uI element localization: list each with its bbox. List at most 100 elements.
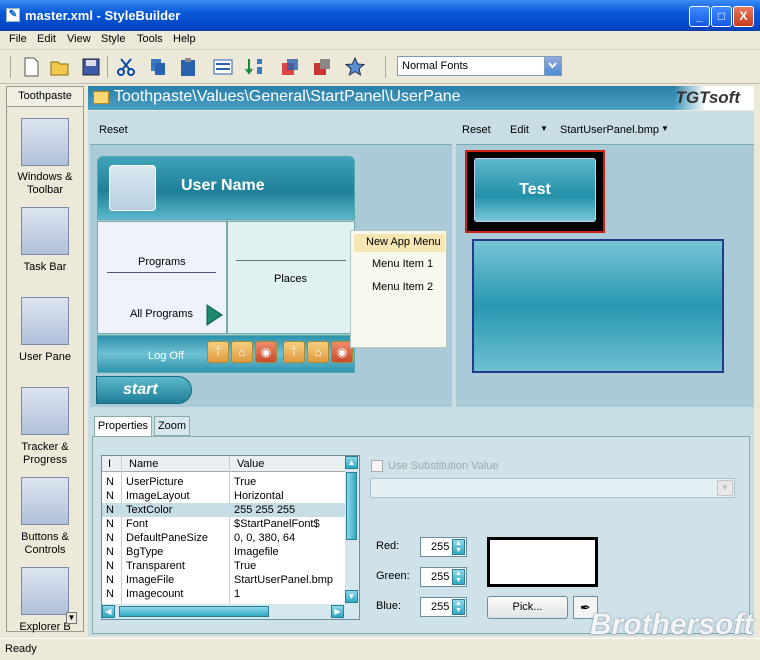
font-size-select[interactable]: Normal Fonts	[397, 56, 562, 76]
minimize-button[interactable]: _	[689, 6, 710, 27]
log-off-label[interactable]: Log Off	[148, 350, 184, 362]
property-name[interactable]: Imagecount	[126, 588, 183, 600]
menu-item-2[interactable]: Menu Item 2	[372, 281, 433, 293]
sidebar-item-buttons-controls[interactable]: Buttons & Controls	[7, 531, 83, 557]
image-list-icon[interactable]	[213, 57, 233, 77]
property-value[interactable]: True	[234, 560, 256, 572]
explorer-bar-thumbnail[interactable]	[21, 567, 69, 615]
property-name[interactable]: Transparent	[126, 560, 185, 572]
property-value[interactable]: $StartPanelFont$	[234, 518, 320, 530]
row-indicator[interactable]: N	[106, 588, 114, 600]
close-button[interactable]: X	[733, 6, 754, 27]
sidebar-item-user-pane[interactable]: User Pane	[7, 351, 83, 364]
paste-icon[interactable]	[178, 57, 198, 77]
windows-toolbar-thumbnail[interactable]	[21, 118, 69, 166]
column-header-value[interactable]: Value	[237, 458, 264, 470]
green-spinner[interactable]: 255 ▲ ▼	[420, 567, 467, 587]
edit-chevron-down-icon[interactable]: ▼	[540, 124, 548, 133]
menu-file[interactable]: File	[9, 33, 27, 45]
menu-edit[interactable]: Edit	[37, 33, 56, 45]
package-icon[interactable]	[312, 57, 332, 77]
tab-properties[interactable]: Properties	[94, 416, 152, 437]
tab-zoom[interactable]: Zoom	[154, 416, 190, 436]
property-name[interactable]: TextColor	[126, 504, 172, 516]
row-indicator[interactable]: N	[106, 490, 114, 502]
file-chevron-down-icon[interactable]: ▼	[661, 124, 669, 133]
property-name[interactable]: UserPicture	[126, 476, 183, 488]
red-spinner[interactable]: 255 ▲ ▼	[420, 537, 467, 557]
row-indicator[interactable]: N	[106, 504, 114, 516]
property-name[interactable]: ImageFile	[126, 574, 174, 586]
green-value[interactable]: 255	[431, 571, 449, 583]
user-pane-thumbnail[interactable]	[21, 297, 69, 345]
property-value[interactable]: 1	[234, 588, 240, 600]
menu-item-1[interactable]: Menu Item 1	[372, 258, 433, 270]
test-button-preview[interactable]: Test	[474, 158, 596, 222]
menu-tools[interactable]: Tools	[137, 33, 163, 45]
right-reset-button[interactable]: Reset	[462, 124, 491, 136]
property-name[interactable]: DefaultPaneSize	[126, 532, 208, 544]
spin-arrows-icon[interactable]: ▲ ▼	[452, 569, 465, 585]
lock-icon-2[interactable]: ⌂	[307, 341, 329, 363]
pick-color-button[interactable]: Pick...	[487, 596, 568, 619]
property-value[interactable]: Horizontal	[234, 490, 284, 502]
all-programs-label[interactable]: All Programs	[130, 308, 193, 320]
row-indicator[interactable]: N	[106, 518, 114, 530]
user-panel-image-preview[interactable]	[472, 239, 724, 373]
property-name[interactable]: ImageLayout	[126, 490, 190, 502]
row-indicator[interactable]: N	[106, 476, 114, 488]
property-value[interactable]: True	[234, 476, 256, 488]
favorite-star-icon[interactable]	[345, 57, 365, 77]
scroll-down-icon[interactable]: ▼	[345, 590, 358, 603]
sidebar-tab-toothpaste[interactable]: Toothpaste	[7, 87, 83, 107]
property-value[interactable]: StartUserPanel.bmp	[234, 574, 333, 586]
left-reset-button[interactable]: Reset	[99, 124, 128, 136]
arrow-right-icon[interactable]	[205, 304, 223, 326]
substitution-chevron-down-icon[interactable]: ▼	[717, 480, 733, 496]
copy-icon[interactable]	[148, 57, 168, 77]
spin-arrows-icon[interactable]: ▲ ▼	[452, 539, 465, 555]
grid-vertical-scrollbar[interactable]: ▲ ▼	[345, 456, 359, 604]
blue-spinner[interactable]: 255 ▲ ▼	[420, 597, 467, 617]
row-indicator[interactable]: N	[106, 574, 114, 586]
compile-icon[interactable]	[280, 57, 300, 77]
column-header-i[interactable]: I	[108, 458, 111, 470]
menu-help[interactable]: Help	[173, 33, 196, 45]
vertical-scroll-thumb[interactable]	[346, 472, 357, 540]
menu-style[interactable]: Style	[101, 33, 125, 45]
sort-down-icon[interactable]	[244, 57, 264, 77]
task-bar-thumbnail[interactable]	[21, 207, 69, 255]
spin-arrows-icon[interactable]: ▲ ▼	[452, 599, 465, 615]
blue-value[interactable]: 255	[431, 601, 449, 613]
menu-item-new-app-menu[interactable]: New App Menu	[366, 236, 441, 248]
horizontal-scroll-thumb[interactable]	[119, 606, 269, 617]
property-value[interactable]: 0, 0, 380, 64	[234, 532, 295, 544]
scroll-up-icon[interactable]: ▲	[345, 456, 358, 469]
new-file-icon[interactable]	[21, 57, 41, 77]
buttons-controls-thumbnail[interactable]	[21, 477, 69, 525]
open-folder-icon[interactable]	[50, 57, 70, 77]
substitution-value-select[interactable]: ▼	[370, 478, 735, 498]
red-value[interactable]: 255	[431, 541, 449, 553]
sidebar-item-tracker-progress[interactable]: Tracker & Progress	[7, 441, 83, 467]
property-value[interactable]: 255 255 255	[234, 504, 295, 516]
row-indicator[interactable]: N	[106, 532, 114, 544]
scroll-right-icon[interactable]: ▶	[331, 605, 344, 618]
lock-icon[interactable]: ⌂	[231, 341, 253, 363]
chevron-down-icon[interactable]	[544, 57, 561, 75]
sidebar-item-windows-toolbar[interactable]: Windows & Toolbar	[7, 171, 83, 197]
grid-horizontal-scrollbar[interactable]: ◀ ▶	[102, 604, 345, 619]
scroll-left-icon[interactable]: ◀	[102, 605, 115, 618]
logoff-key-icon[interactable]: ⍑	[207, 341, 229, 363]
sidebar-item-task-bar[interactable]: Task Bar	[7, 261, 83, 274]
row-indicator[interactable]: N	[106, 560, 114, 572]
save-icon[interactable]	[81, 57, 101, 77]
column-header-name[interactable]: Name	[129, 458, 158, 470]
use-substitution-checkbox[interactable]	[371, 460, 383, 472]
file-menu-button[interactable]: StartUserPanel.bmp	[560, 124, 659, 136]
property-name[interactable]: Font	[126, 518, 148, 530]
maximize-button[interactable]: □	[711, 6, 732, 27]
property-name[interactable]: BgType	[126, 546, 163, 558]
cut-icon[interactable]	[116, 57, 136, 77]
logoff-key-icon-2[interactable]: ⍑	[283, 341, 305, 363]
